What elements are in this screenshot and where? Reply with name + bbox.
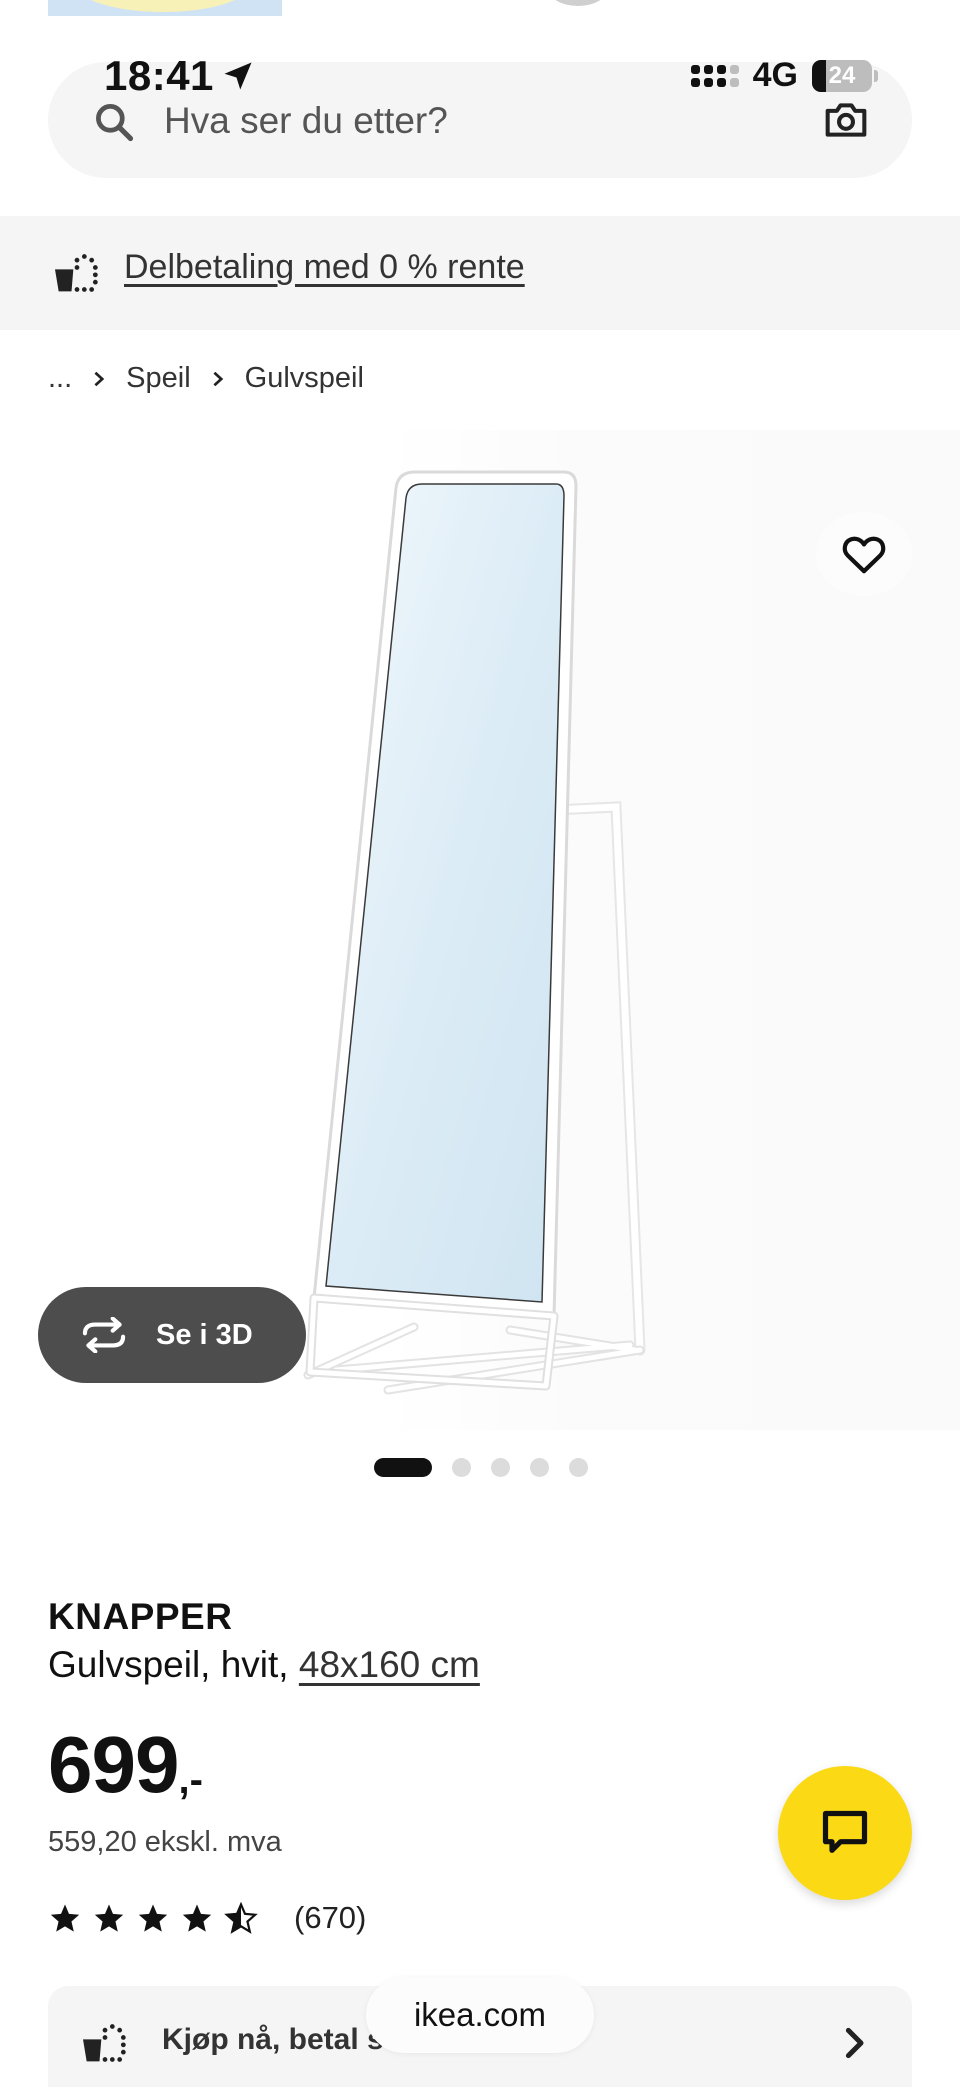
location-arrow-icon bbox=[224, 62, 252, 90]
gallery-pagination bbox=[374, 1458, 588, 1477]
price-main: 699 bbox=[48, 1720, 179, 1809]
search-input[interactable]: Hva ser du etter? bbox=[164, 100, 448, 142]
chevron-right-icon bbox=[213, 371, 223, 386]
status-time-text: 18:41 bbox=[104, 52, 214, 99]
installment-link[interactable]: Delbetaling med 0 % rente bbox=[124, 248, 525, 287]
pagination-dot[interactable] bbox=[452, 1458, 471, 1477]
breadcrumb: ... Speil Gulvspeil bbox=[48, 362, 364, 395]
buy-now-label: Kjøp nå, betal s bbox=[162, 2023, 384, 2056]
product-name: KNAPPER bbox=[48, 1596, 233, 1637]
star-icon bbox=[138, 1903, 168, 1932]
status-time: 18:41 bbox=[104, 52, 256, 100]
star-icon bbox=[182, 1903, 212, 1932]
price-suffix: ,- bbox=[178, 1758, 203, 1802]
product-type: Gulvspeil, hvit, bbox=[48, 1644, 289, 1685]
view-3d-button[interactable]: Se i 3D bbox=[38, 1287, 306, 1383]
pagination-dot-active[interactable] bbox=[374, 1458, 432, 1477]
installment-icon bbox=[55, 254, 98, 292]
heart-icon bbox=[842, 536, 886, 574]
camera-icon[interactable] bbox=[822, 98, 870, 142]
product-description: Gulvspeil, hvit, 48x160 cm bbox=[48, 1644, 480, 1686]
browser-url-pill[interactable]: ikea.com bbox=[366, 1977, 594, 2053]
top-banner-image bbox=[48, 0, 282, 16]
size-link[interactable]: 48x160 cm bbox=[299, 1644, 480, 1685]
chat-button[interactable] bbox=[778, 1766, 912, 1900]
product-price: 699 ,- bbox=[48, 1722, 203, 1808]
breadcrumb-ellipsis[interactable]: ... bbox=[48, 362, 72, 395]
star-icon bbox=[94, 1903, 124, 1932]
pagination-dot[interactable] bbox=[530, 1458, 549, 1477]
star-icon bbox=[50, 1903, 80, 1932]
chat-icon bbox=[822, 1810, 868, 1853]
star-half-icon bbox=[224, 1901, 258, 1934]
price-excl-vat: 559,20 ekskl. mva bbox=[48, 1826, 282, 1858]
rating[interactable]: (670) bbox=[48, 1900, 366, 1936]
chevron-right-icon[interactable] bbox=[840, 2026, 868, 2060]
chevron-right-icon bbox=[94, 371, 105, 386]
breadcrumb-gulvspeil[interactable]: Gulvspeil bbox=[245, 362, 364, 395]
pagination-dot[interactable] bbox=[569, 1458, 588, 1477]
rotate-3d-icon bbox=[82, 1317, 126, 1353]
mirror-illustration bbox=[303, 470, 646, 1395]
battery-level: 24 bbox=[828, 61, 856, 89]
battery-tip bbox=[874, 69, 878, 82]
rating-count: (670) bbox=[294, 1900, 367, 1935]
breadcrumb-speil[interactable]: Speil bbox=[126, 362, 191, 395]
top-circle-button bbox=[548, 0, 608, 6]
status-indicators: 4G 24 bbox=[690, 56, 878, 95]
signal-icon bbox=[690, 64, 739, 87]
pagination-dot[interactable] bbox=[491, 1458, 510, 1477]
battery-icon: 24 bbox=[812, 59, 872, 92]
network-type: 4G bbox=[752, 56, 798, 94]
search-icon[interactable] bbox=[92, 100, 136, 144]
view-3d-label: Se i 3D bbox=[156, 1318, 253, 1351]
favourite-button[interactable] bbox=[816, 512, 912, 596]
installment-icon bbox=[83, 2024, 126, 2062]
